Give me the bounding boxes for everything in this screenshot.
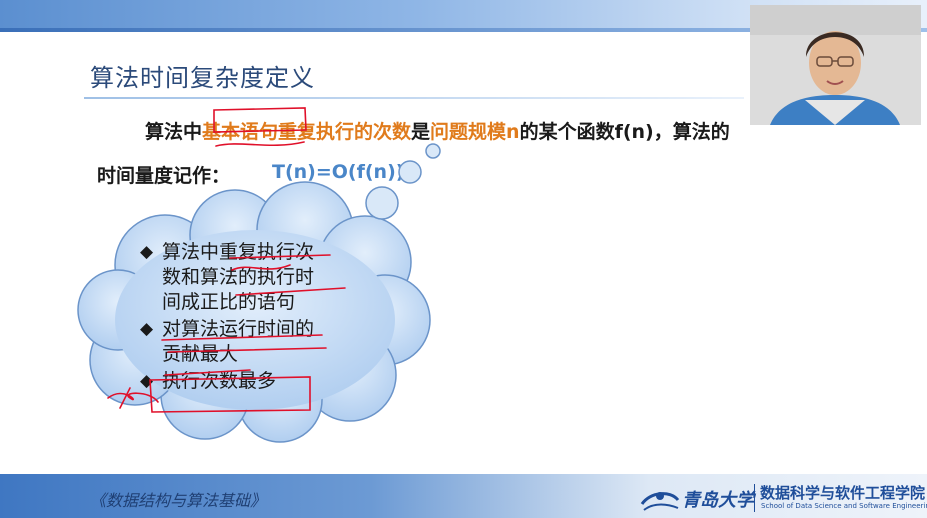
presenter-avatar: [750, 5, 921, 125]
cloud-bullet-list: ◆ 算法中重复执行次 数和算法的执行时 间成正比的语句 ◆ 对算法运行时间的 贡…: [138, 240, 368, 396]
thought-bubble-medium: [398, 160, 422, 184]
bullet-line: 数和算法的执行时: [162, 266, 315, 288]
presenter-webcam: [750, 5, 921, 125]
school-name-en: School of Data Science and Software Engi…: [761, 502, 927, 510]
school-name-cn: 数据科学与软件工程学院: [760, 484, 926, 502]
bullet-line: 对算法运行时间的: [162, 318, 315, 340]
bullet-line: 执行次数最多: [162, 370, 277, 392]
bullet-line: 算法中重复执行次: [162, 241, 315, 263]
school-branding: 青岛大学 数据科学与软件工程学院 School of Data Science …: [640, 480, 927, 516]
bullet-item: ◆ 执行次数最多: [138, 369, 368, 394]
slide-frame: 算法时间复杂度定义 算法中基本语句重复执行的次数是问题规模n的某个函数f(n)，…: [0, 0, 927, 518]
diamond-bullet-icon: ◆: [140, 371, 154, 391]
university-logo-icon: [640, 492, 680, 511]
bullet-line: 间成正比的语句: [162, 291, 296, 313]
university-name: 青岛大学: [682, 490, 754, 511]
bullet-line: 贡献最大: [162, 343, 239, 365]
thought-bubble-tiny: [425, 143, 441, 159]
course-title: 《数据结构与算法基础》: [90, 491, 267, 510]
footer-divider: [754, 484, 755, 512]
diamond-bullet-icon: ◆: [140, 242, 154, 262]
diamond-bullet-icon: ◆: [140, 319, 154, 339]
bullet-item: ◆ 算法中重复执行次 数和算法的执行时 间成正比的语句: [138, 240, 368, 315]
bullet-item: ◆ 对算法运行时间的 贡献最大: [138, 317, 368, 367]
thought-bubble-small: [365, 186, 399, 220]
